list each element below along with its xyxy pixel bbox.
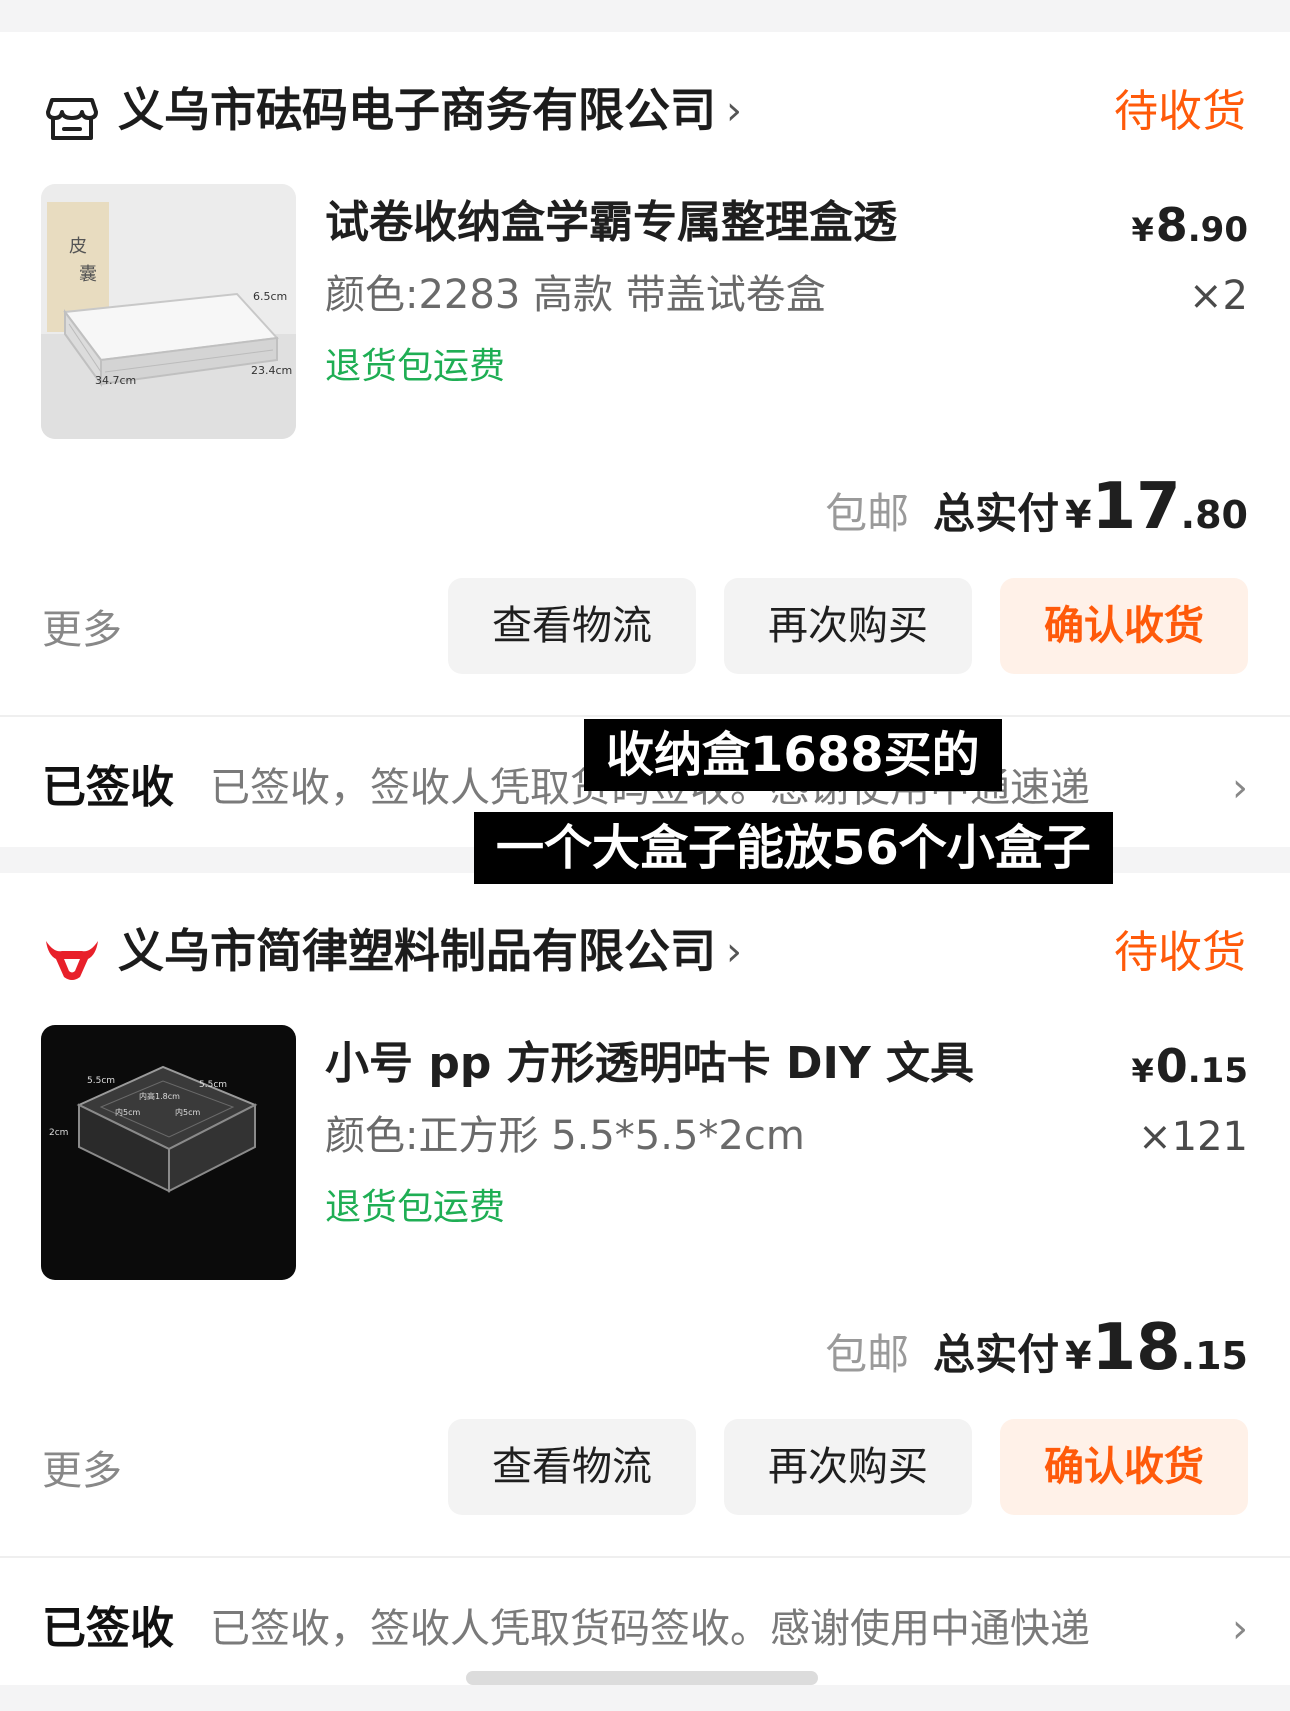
total-row: 包邮 总实付 ¥17.80 xyxy=(825,470,1248,544)
chevron-right-icon: › xyxy=(1232,765,1248,811)
order-card: 义乌市简律塑料制品有限公司 › 待收货 5.5cm 5.5cm 2cm 内高1.8… xyxy=(0,873,1290,1685)
order-status: 待收货 xyxy=(1114,927,1246,978)
total-label: 总实付 xyxy=(933,489,1060,538)
quantity: ×121 xyxy=(1138,1114,1248,1160)
total-amount: 17 xyxy=(1091,470,1181,544)
order-status: 待收货 xyxy=(1114,86,1246,137)
unit-price: ¥8.90 xyxy=(1131,198,1248,252)
store-row[interactable]: 义乌市简律塑料制品有限公司 › 待收货 xyxy=(44,917,1246,989)
product-variant: 颜色:正方形 5.5*5.5*2cm xyxy=(325,1113,805,1159)
confirm-receipt-button[interactable]: 确认收货 xyxy=(1000,578,1248,674)
home-indicator[interactable] xyxy=(466,1671,818,1685)
return-shipping-tag: 退货包运费 xyxy=(325,346,506,387)
store-name[interactable]: 义乌市简律塑料制品有限公司 › xyxy=(118,921,742,982)
svg-text:5.5cm: 5.5cm xyxy=(87,1076,115,1086)
more-button[interactable]: 更多 xyxy=(42,1443,122,1499)
svg-text:内5cm: 内5cm xyxy=(175,1107,200,1117)
svg-text:34.7cm: 34.7cm xyxy=(95,374,136,387)
chevron-right-icon: › xyxy=(726,88,742,134)
svg-text:5.5cm: 5.5cm xyxy=(199,1080,227,1090)
confirm-receipt-button[interactable]: 确认收货 xyxy=(1000,1419,1248,1515)
free-shipping-label: 包邮 xyxy=(825,1330,910,1379)
caption-line-2: 一个大盒子能放56个小盒子 xyxy=(474,812,1113,884)
chevron-right-icon: › xyxy=(1232,1606,1248,1652)
svg-text:2cm: 2cm xyxy=(49,1128,68,1138)
more-button[interactable]: 更多 xyxy=(42,602,122,658)
store-name[interactable]: 义乌市砝码电子商务有限公司 › xyxy=(118,80,742,141)
caption-line-1: 收纳盒1688买的 xyxy=(584,719,1002,791)
product-image[interactable]: 5.5cm 5.5cm 2cm 内高1.8cm 内5cm 内5cm xyxy=(41,1025,296,1280)
svg-text:23.4cm: 23.4cm xyxy=(251,364,292,377)
tracking-status-label: 已签收 xyxy=(42,1603,174,1654)
quantity: ×2 xyxy=(1189,273,1248,319)
buy-again-button[interactable]: 再次购买 xyxy=(724,1419,972,1515)
svg-text:囊: 囊 xyxy=(79,264,97,285)
store-row[interactable]: 义乌市砝码电子商务有限公司 › 待收货 xyxy=(44,76,1246,148)
bull-logo-icon xyxy=(46,941,98,980)
svg-text:6.5cm: 6.5cm xyxy=(253,290,287,303)
view-logistics-button[interactable]: 查看物流 xyxy=(448,1419,696,1515)
return-shipping-tag: 退货包运费 xyxy=(325,1187,506,1228)
view-logistics-button[interactable]: 查看物流 xyxy=(448,578,696,674)
buy-again-button[interactable]: 再次购买 xyxy=(724,578,972,674)
total-label: 总实付 xyxy=(933,1330,1060,1379)
unit-price: ¥0.15 xyxy=(1131,1039,1248,1093)
product-title[interactable]: 小号 pp 方形透明咕卡 DIY 文具 xyxy=(325,1035,974,1093)
store-icon xyxy=(46,98,98,140)
total-amount: 18 xyxy=(1091,1311,1181,1385)
svg-text:皮: 皮 xyxy=(69,236,87,257)
chevron-right-icon: › xyxy=(726,929,742,975)
product-title[interactable]: 试卷收纳盒学霸专属整理盒透 xyxy=(325,194,897,252)
tracking-row[interactable]: 已签收 已签收，签收人凭取货码签收。感谢使用中通快递 › xyxy=(42,1599,1248,1663)
total-row: 包邮 总实付 ¥18.15 xyxy=(825,1311,1248,1385)
divider xyxy=(0,1556,1290,1558)
tracking-text: 已签收，签收人凭取货码签收。感谢使用中通快递 xyxy=(210,1606,1090,1652)
tracking-status-label: 已签收 xyxy=(42,762,174,813)
svg-text:内5cm: 内5cm xyxy=(115,1107,140,1117)
svg-text:内高1.8cm: 内高1.8cm xyxy=(139,1091,180,1101)
divider xyxy=(0,715,1290,717)
product-variant: 颜色:2283 高款 带盖试卷盒 xyxy=(325,272,826,318)
free-shipping-label: 包邮 xyxy=(825,489,910,538)
product-image[interactable]: 皮 囊 6.5cm 23.4cm 34.7cm xyxy=(41,184,296,439)
